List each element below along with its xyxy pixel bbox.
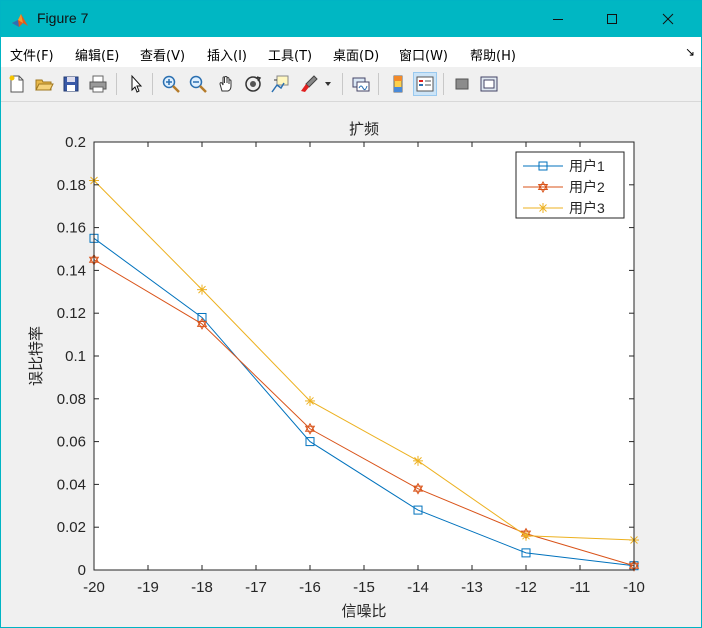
pointer-icon: [131, 74, 143, 93]
new-figure-button[interactable]: [5, 72, 29, 96]
y-tick-label: 0.2: [65, 134, 86, 151]
data-point-series-3[interactable]: [197, 284, 207, 295]
toolbar-separator: [152, 73, 153, 95]
menu-dock-arrow-icon[interactable]: ↘: [685, 45, 695, 59]
y-tick-label: 0: [78, 562, 86, 579]
legend-marker[interactable]: [538, 203, 548, 213]
colorbar-icon: [393, 75, 403, 93]
legend-label: 用户2: [569, 179, 605, 195]
y-tick-label: 0.06: [57, 434, 86, 451]
menu-desktop[interactable]: 桌面(D): [333, 45, 379, 64]
y-axis-label: 误比特率: [28, 326, 45, 386]
y-tick-label: 0.14: [57, 262, 86, 279]
minimize-button[interactable]: [531, 1, 585, 37]
pan-hand-icon: [219, 76, 232, 92]
minimize-icon: [553, 19, 563, 20]
x-tick-label: -12: [515, 579, 537, 596]
pan-button[interactable]: [214, 72, 238, 96]
open-file-icon: [35, 79, 54, 91]
x-axis-label: 信噪比: [341, 603, 386, 620]
y-tick-label: 0.04: [57, 476, 86, 493]
figure-window: Figure 7 文件(F) 编辑(E) 查看(V) 插入(I) 工具(T) 桌…: [0, 0, 702, 628]
zoom-in-icon: [162, 75, 180, 93]
maximize-icon: [607, 14, 617, 24]
x-tick-label: -13: [461, 579, 483, 596]
x-tick-label: -20: [83, 579, 105, 596]
title-bar[interactable]: Figure 7: [1, 1, 701, 37]
x-tick-label: -14: [407, 579, 429, 596]
link-plot-icon: [352, 77, 370, 92]
y-tick-label: 0.1: [65, 348, 86, 365]
zoom-in-button[interactable]: [159, 72, 183, 96]
x-tick-label: -18: [191, 579, 213, 596]
brush-dropdown-button[interactable]: [321, 72, 335, 96]
x-tick-label: -15: [353, 579, 375, 596]
menu-insert[interactable]: 插入(I): [207, 45, 247, 64]
rotate-3d-button[interactable]: [241, 72, 265, 96]
menu-help[interactable]: 帮助(H): [470, 45, 516, 64]
menu-bar: 文件(F) 编辑(E) 查看(V) 插入(I) 工具(T) 桌面(D) 窗口(W…: [1, 37, 701, 67]
data-cursor-button[interactable]: [268, 72, 292, 96]
hide-plot-tools-icon: [455, 78, 469, 90]
chevron-down-icon: [325, 82, 331, 86]
toolbar-separator: [116, 73, 117, 95]
save-button[interactable]: [59, 72, 83, 96]
x-tick-label: -16: [299, 579, 321, 596]
x-tick-label: -19: [137, 579, 159, 596]
brush-button[interactable]: [297, 72, 321, 96]
data-point-series-3[interactable]: [305, 395, 315, 406]
x-tick-label: -17: [245, 579, 267, 596]
close-button[interactable]: [641, 1, 695, 37]
hide-plot-tools-button[interactable]: [450, 72, 474, 96]
y-tick-label: 0.18: [57, 177, 86, 194]
y-tick-label: 0.16: [57, 220, 86, 237]
new-figure-icon: [9, 75, 24, 93]
legend-label: 用户1: [569, 158, 605, 174]
colorbar-button[interactable]: [386, 72, 410, 96]
toolbar-separator: [443, 73, 444, 95]
data-point-series-3[interactable]: [521, 530, 531, 541]
data-cursor-icon: [271, 75, 289, 93]
legend-icon: [416, 76, 434, 92]
save-icon: [63, 76, 79, 92]
brush-icon: [301, 75, 318, 92]
matlab-logo-icon: [11, 11, 29, 29]
menu-window[interactable]: 窗口(W): [399, 45, 448, 64]
show-plot-tools-icon: [480, 76, 498, 92]
zoom-out-button[interactable]: [186, 72, 210, 96]
figure-canvas: -20 -19 -18 -17 -16 -15 -14 -13 -12 -11 -10 0 0.02 0.…: [1, 102, 701, 627]
rotate-3d-icon: [245, 76, 262, 92]
menu-edit[interactable]: 编辑(E): [75, 45, 119, 64]
menu-tools[interactable]: 工具(T): [268, 45, 312, 64]
x-tick-label: -11: [570, 579, 591, 596]
menu-file[interactable]: 文件(F): [10, 45, 54, 64]
x-tick-label: -10: [623, 579, 645, 596]
window-title: Figure 7: [37, 10, 89, 26]
y-tick-label: 0.08: [57, 391, 86, 408]
legend-button[interactable]: [413, 72, 437, 96]
maximize-button[interactable]: [585, 1, 639, 37]
show-plot-tools-button[interactable]: [477, 72, 501, 96]
open-file-button[interactable]: [32, 72, 56, 96]
print-button[interactable]: [86, 72, 110, 96]
toolbar-separator: [378, 73, 379, 95]
link-plot-button[interactable]: [349, 72, 373, 96]
plot-canvas[interactable]: -20 -19 -18 -17 -16 -15 -14 -13 -12 -11 -10 0 0.02 0.…: [1, 102, 701, 627]
y-tick-label: 0.12: [57, 305, 86, 322]
menu-view[interactable]: 查看(V): [140, 45, 185, 64]
data-point-series-3[interactable]: [413, 455, 423, 466]
chart-title: 扩频: [349, 121, 379, 138]
pointer-button[interactable]: [124, 72, 148, 96]
legend-label: 用户3: [569, 200, 605, 216]
legend[interactable]: 用户1 用户2 用户3: [515, 151, 625, 219]
y-tick-label: 0.02: [57, 519, 86, 536]
figure-toolbar: [1, 67, 701, 102]
zoom-out-icon: [189, 75, 207, 93]
toolbar-separator: [342, 73, 343, 95]
close-icon: [662, 13, 674, 25]
print-icon: [89, 75, 107, 93]
